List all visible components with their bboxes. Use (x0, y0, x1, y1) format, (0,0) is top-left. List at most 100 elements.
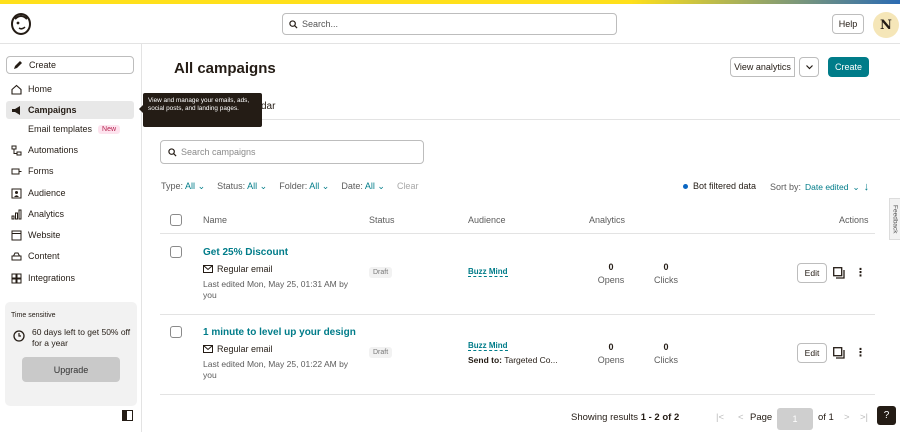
campaigns-tooltip: View and manage your emails, ads, social… (143, 93, 262, 127)
sort-value: Date edited (805, 182, 849, 192)
prev-page-icon[interactable]: < (738, 412, 744, 423)
sidebar-collapse-icon[interactable] (122, 410, 133, 421)
header-divider (160, 233, 875, 234)
campaign-type-label: Regular email (217, 344, 273, 354)
sort-by-control[interactable]: Sort by: Date edited ⌄ ↓ (770, 181, 869, 193)
sidebar-subitem-label: Email templates (28, 124, 93, 134)
bot-filter-label: Bot filtered data (693, 181, 757, 191)
send-to-segment: Send to: Targeted Co... (468, 355, 558, 365)
chevron-down-icon (805, 64, 813, 69)
forms-icon (11, 168, 22, 174)
chevron-down-icon: ⌄ (321, 181, 330, 191)
more-options-icon[interactable]: ⋮ (855, 347, 866, 359)
promo-tag: Time sensitive (11, 312, 56, 319)
sidebar-item-label: Audience (28, 188, 66, 198)
help-button[interactable]: Help (832, 14, 864, 34)
campaign-edited: Last edited Mon, May 25, 01:31 AM by you (203, 279, 349, 300)
avatar[interactable]: N (873, 12, 899, 38)
view-analytics-dropdown[interactable] (799, 57, 819, 77)
content-icon (11, 252, 22, 260)
sort-direction-arrow-icon[interactable]: ↓ (864, 181, 870, 193)
create-campaign-button[interactable]: Create (828, 57, 869, 77)
campaign-name-link[interactable]: Get 25% Discount (203, 247, 288, 258)
sort-label: Sort by: (770, 182, 802, 192)
last-page-icon[interactable]: >| (860, 412, 868, 423)
edit-button[interactable]: Edit (797, 263, 827, 283)
header-name[interactable]: Name (203, 215, 227, 225)
more-options-icon[interactable]: ⋮ (855, 267, 866, 279)
results-range: 1 - 2 of 2 (640, 412, 680, 423)
top-bar: Search... Help N (0, 4, 900, 44)
results-summary: Showing results 1 - 2 of 2 (571, 412, 679, 423)
audience-link[interactable]: Buzz Mind (468, 267, 508, 277)
sidebar-item-label: Forms (28, 166, 54, 176)
sidebar-subitem-email-templates[interactable]: Email templates New (28, 124, 121, 134)
page-number-input[interactable]: 1 (777, 408, 813, 430)
next-page-icon[interactable]: > (844, 412, 850, 423)
filter-date[interactable]: Date: All ⌄ (341, 181, 385, 192)
global-search-input[interactable]: Search... (282, 13, 617, 35)
audience-link[interactable]: Buzz Mind (468, 341, 508, 351)
sidebar-item-label: Analytics (28, 209, 65, 219)
chevron-down-icon: ⌄ (259, 181, 268, 191)
duplicate-icon[interactable] (833, 267, 845, 279)
campaign-name-link[interactable]: 1 minute to level up your design (203, 327, 356, 338)
website-icon (11, 230, 22, 240)
page-title: All campaigns (174, 60, 276, 77)
sidebar-item-automations[interactable]: Automations (6, 141, 134, 159)
edit-button[interactable]: Edit (797, 343, 827, 363)
duplicate-icon[interactable] (833, 347, 845, 359)
upgrade-button[interactable]: Upgrade (22, 357, 120, 382)
sidebar-item-website[interactable]: Website (6, 226, 134, 244)
first-page-icon[interactable]: |< (716, 412, 724, 423)
sidebar-create-button[interactable]: Create (6, 56, 134, 74)
sidebar-item-audience[interactable]: Audience (6, 184, 134, 202)
row-checkbox[interactable] (170, 326, 182, 338)
view-analytics-button[interactable]: View analytics (730, 57, 795, 77)
page-count-label: of 1 (818, 412, 834, 423)
row-divider (160, 314, 875, 315)
sidebar-item-campaigns[interactable]: Campaigns (6, 101, 134, 119)
send-to-value: Targeted Co... (504, 355, 558, 365)
filter-status[interactable]: Status: All ⌄ (217, 181, 267, 192)
filter-value: All (364, 181, 375, 191)
clicks-label: Clicks (654, 275, 678, 285)
envelope-icon (203, 345, 213, 353)
sidebar-item-analytics[interactable]: Analytics (6, 205, 134, 223)
bot-filter-toggle[interactable]: Bot filtered data (683, 181, 756, 191)
help-question-icon[interactable]: ? (877, 406, 896, 425)
tab-calendar[interactable]: dar (261, 101, 275, 112)
filter-value: All (247, 181, 258, 191)
global-search-placeholder: Search... (302, 19, 339, 29)
header-analytics: Analytics (589, 215, 626, 225)
clicks-value: 0 (663, 342, 669, 352)
feedback-tab[interactable]: Feedback (889, 198, 900, 240)
sidebar-create-label: Create (29, 60, 57, 70)
analytics-icon (11, 209, 22, 219)
sidebar-item-label: Home (28, 84, 53, 94)
clock-icon (13, 330, 25, 342)
filter-label: Folder: (279, 181, 308, 191)
row-divider (160, 394, 875, 395)
send-to-label: Send to: (468, 355, 502, 365)
upgrade-promo-card: Time sensitive 60 days left to get 50% o… (5, 302, 137, 406)
clear-filters-button[interactable]: Clear (397, 181, 419, 192)
sidebar-item-label: Content (28, 251, 60, 261)
sidebar-item-home[interactable]: Home (6, 80, 134, 98)
sidebar-item-label: Website (28, 230, 61, 240)
filter-value: All (185, 181, 196, 191)
select-all-checkbox[interactable] (170, 214, 182, 226)
chevron-down-icon: ⌄ (197, 181, 206, 191)
filter-label: Date: (341, 181, 363, 191)
opens-label: Opens (597, 355, 625, 365)
campaign-search-input[interactable]: Search campaigns (160, 140, 424, 164)
sidebar-item-forms[interactable]: Forms (6, 162, 134, 180)
mailchimp-logo-icon[interactable] (8, 10, 34, 36)
filter-type[interactable]: Type: All ⌄ (161, 181, 205, 192)
header-audience: Audience (468, 215, 506, 225)
sidebar-item-content[interactable]: Content (6, 247, 134, 265)
filter-folder[interactable]: Folder: All ⌄ (279, 181, 329, 192)
row-checkbox[interactable] (170, 246, 182, 258)
sidebar-item-integrations[interactable]: Integrations (6, 269, 134, 287)
campaign-type: Regular email (203, 344, 273, 354)
